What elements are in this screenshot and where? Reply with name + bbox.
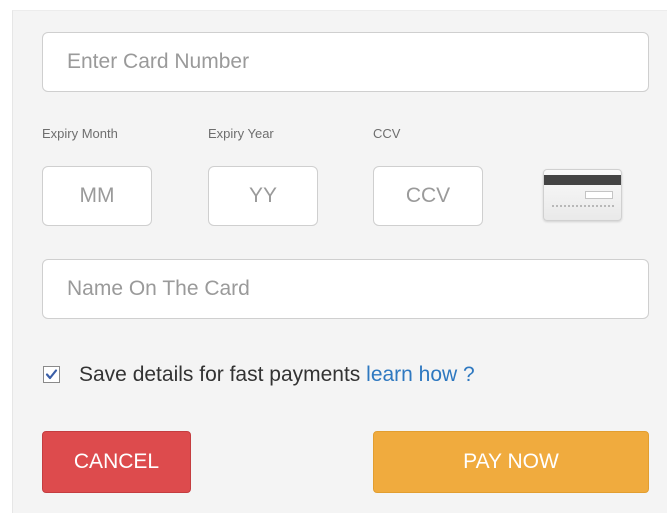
name-on-card-placeholder: Name On The Card [67, 277, 250, 300]
save-details-label: Save details for fast payments [79, 363, 361, 386]
cancel-button-label: CANCEL [73, 450, 160, 473]
learn-how-link[interactable]: learn how ? [366, 363, 475, 386]
expiry-year-placeholder: YY [248, 184, 277, 207]
pay-now-button[interactable]: PAY NOW [373, 431, 649, 493]
expiry-year-input[interactable]: YY [208, 166, 318, 226]
checkmark-icon [45, 369, 58, 380]
cancel-button[interactable]: CANCEL [42, 431, 191, 493]
expiry-month-input[interactable]: MM [42, 166, 152, 226]
card-number-placeholder: Enter Card Number [67, 50, 250, 73]
ccv-label: CCV [373, 126, 401, 141]
card-number-dots [552, 205, 614, 209]
card-magnetic-stripe [544, 175, 621, 185]
save-details-text: Save details for fast payments learn how… [79, 363, 475, 387]
expiry-year-label: Expiry Year [208, 126, 274, 141]
credit-card-back-icon [543, 169, 622, 221]
expiry-month-placeholder: MM [79, 184, 115, 207]
card-number-input[interactable]: Enter Card Number [42, 32, 649, 92]
ccv-input[interactable]: CCV [373, 166, 483, 226]
expiry-month-label: Expiry Month [42, 126, 118, 141]
card-signature-strip [585, 191, 613, 199]
save-details-checkbox[interactable] [43, 366, 60, 383]
ccv-placeholder: CCV [405, 184, 451, 207]
pay-now-button-label: PAY NOW [463, 450, 559, 473]
name-on-card-input[interactable]: Name On The Card [42, 259, 649, 319]
